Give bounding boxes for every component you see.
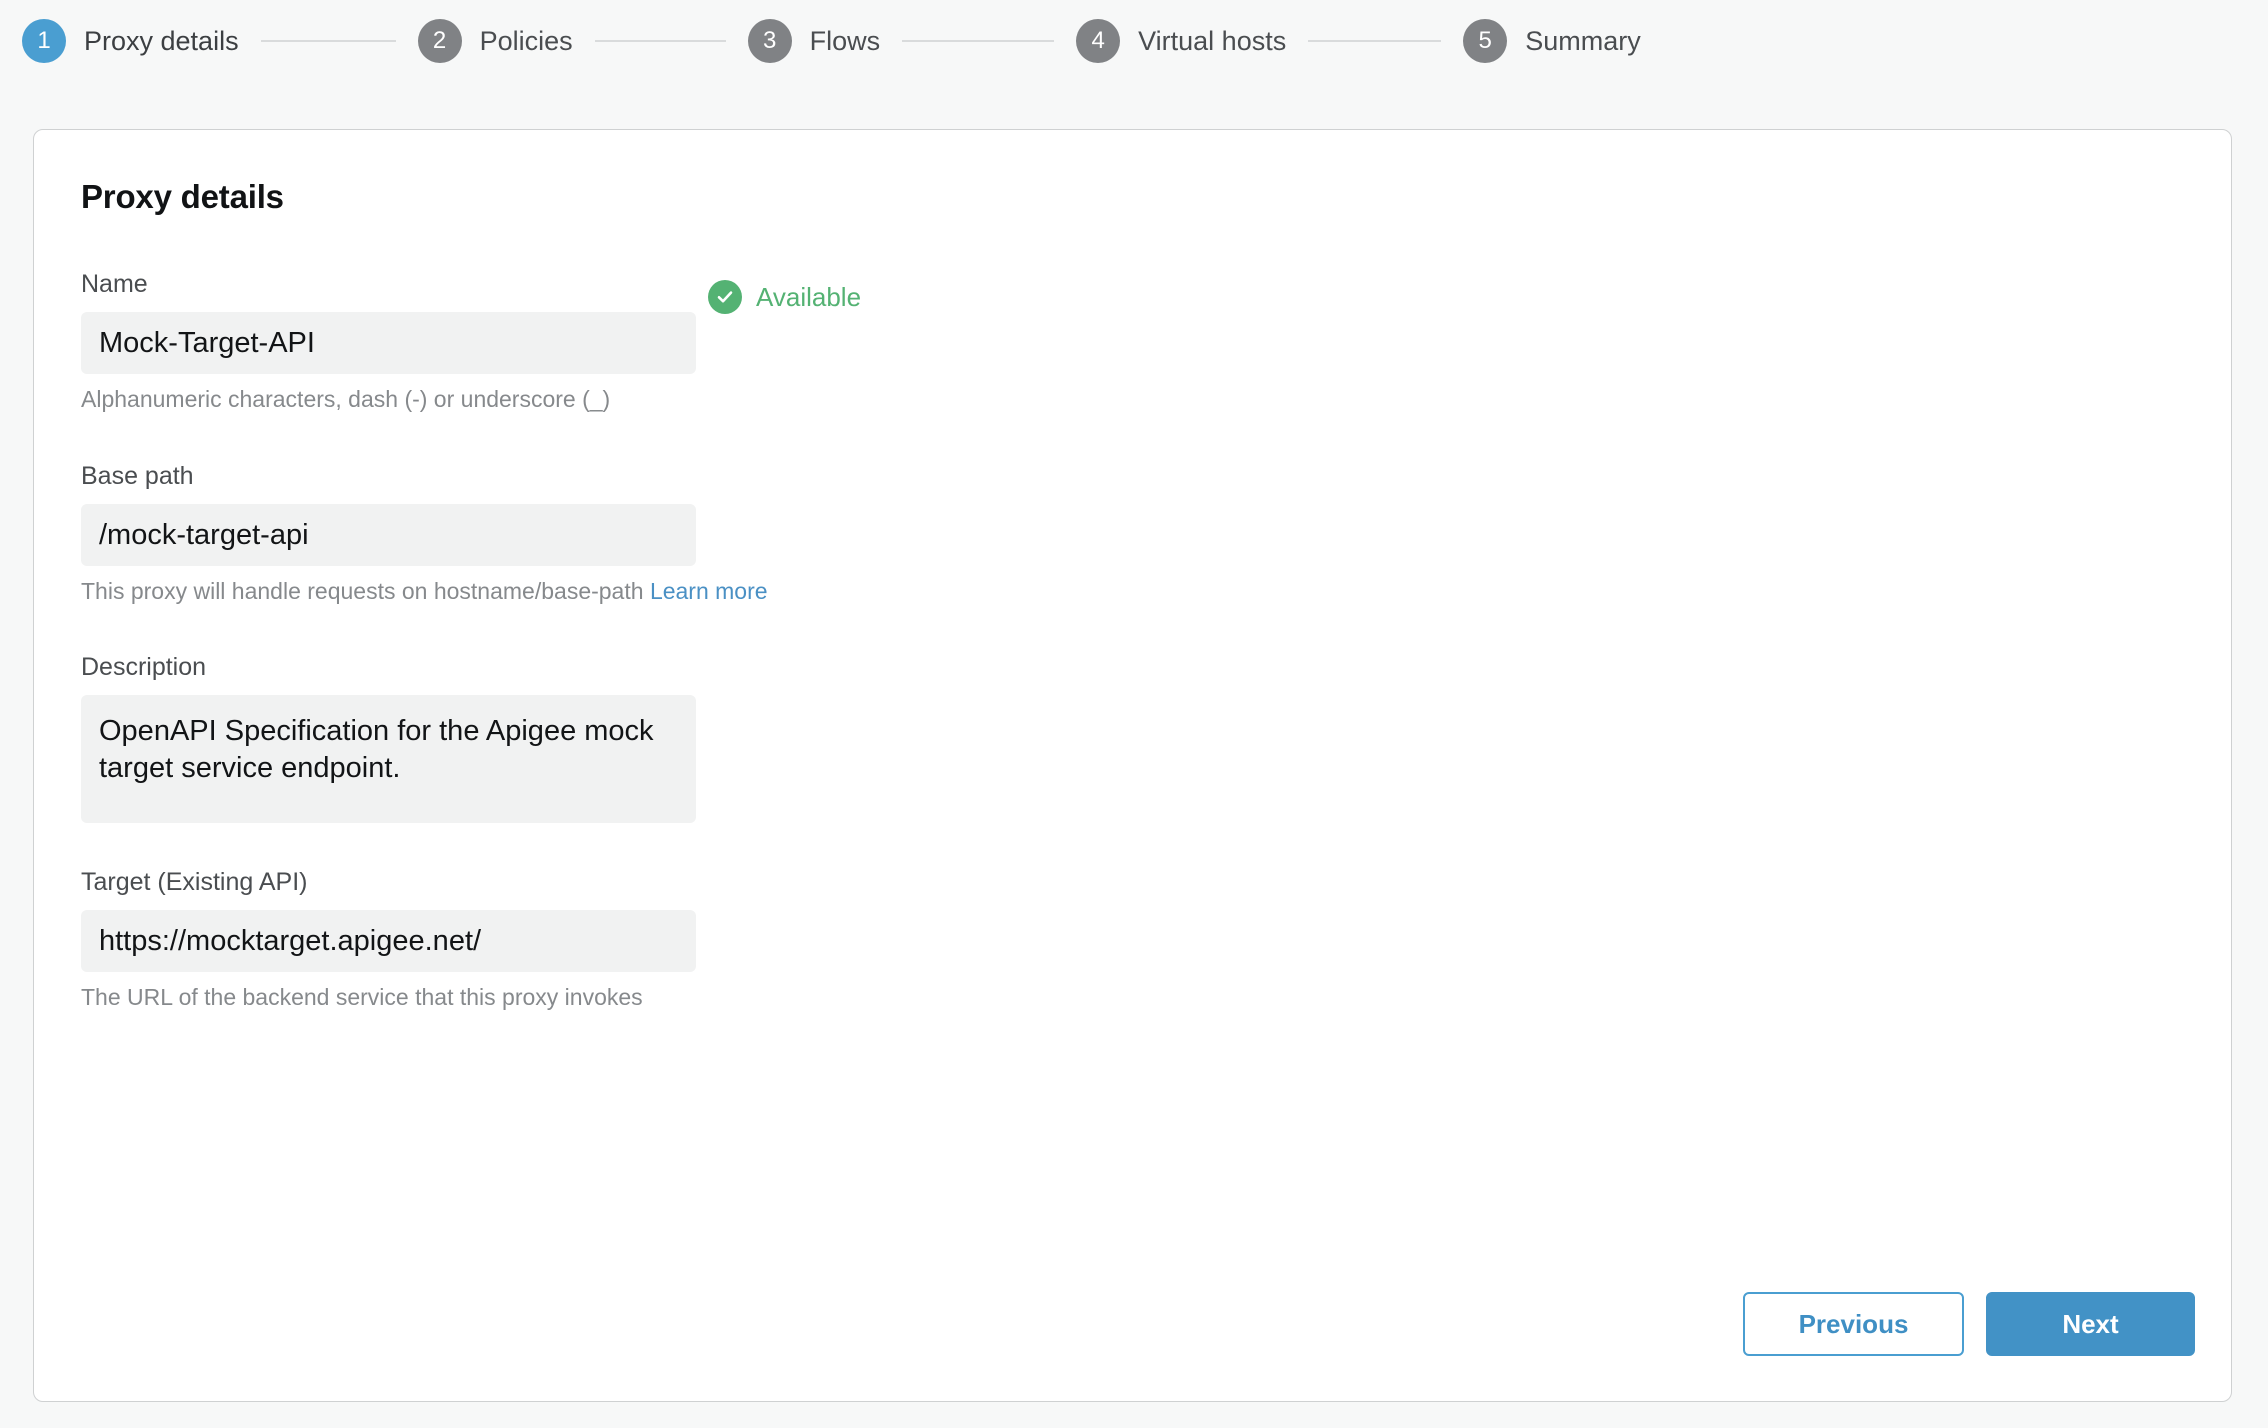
step-virtual-hosts[interactable]: 4 Virtual hosts bbox=[1076, 19, 1286, 63]
label-target: Target (Existing API) bbox=[81, 868, 308, 896]
hint-base-path: This proxy will handle requests on hostn… bbox=[81, 578, 2231, 605]
name-input[interactable]: Mock-Target-API bbox=[81, 312, 696, 374]
check-circle-icon bbox=[708, 280, 742, 314]
step-number-3: 3 bbox=[747, 19, 792, 63]
field-description: Description OpenAPI Specification for th… bbox=[81, 653, 2231, 823]
card-body: Proxy details Name Mock-Target-API Alpha… bbox=[34, 130, 2231, 1401]
hint-target: The URL of the backend service that this… bbox=[81, 984, 643, 1010]
label-name: Name bbox=[81, 270, 148, 298]
step-connector-4 bbox=[1308, 40, 1442, 42]
step-policies[interactable]: 2 Policies bbox=[417, 19, 573, 63]
step-label-flows: Flows bbox=[809, 25, 881, 56]
page-title: Proxy details bbox=[81, 178, 284, 215]
step-connector-1 bbox=[260, 40, 396, 42]
label-description: Description bbox=[81, 653, 207, 681]
description-textarea[interactable]: OpenAPI Specification for the Apigee moc… bbox=[81, 695, 696, 823]
step-number-4: 4 bbox=[1076, 19, 1121, 63]
step-connector-3 bbox=[902, 40, 1055, 42]
step-flows[interactable]: 3 Flows bbox=[747, 19, 881, 63]
step-number-1: 1 bbox=[22, 19, 66, 63]
card-footer: Previous Next bbox=[1743, 1292, 2195, 1356]
field-target: Target (Existing API) https://mocktarget… bbox=[81, 868, 2231, 1011]
name-availability-status: Available bbox=[708, 280, 861, 314]
field-name: Name Mock-Target-API Alphanumeric charac… bbox=[81, 270, 2231, 413]
hint-name: Alphanumeric characters, dash (-) or und… bbox=[81, 386, 611, 412]
hint-base-path-text: This proxy will handle requests on hostn… bbox=[81, 578, 644, 604]
step-summary[interactable]: 5 Summary bbox=[1463, 19, 1641, 63]
target-input[interactable]: https://mocktarget.apigee.net/ bbox=[81, 910, 696, 972]
step-number-5: 5 bbox=[1463, 19, 1508, 63]
wizard-stepper: 1 Proxy details 2 Policies 3 Flows 4 Vir… bbox=[0, 0, 2268, 82]
step-number-2: 2 bbox=[417, 19, 462, 63]
step-label-summary: Summary bbox=[1525, 25, 1641, 56]
previous-button[interactable]: Previous bbox=[1743, 1292, 1964, 1356]
step-label-policies: Policies bbox=[479, 25, 573, 56]
base-path-input[interactable]: /mock-target-api bbox=[81, 504, 696, 566]
learn-more-link[interactable]: Learn more bbox=[650, 578, 768, 604]
step-connector-2 bbox=[594, 40, 726, 42]
label-base-path: Base path bbox=[81, 462, 194, 490]
availability-label: Available bbox=[756, 281, 862, 312]
field-base-path: Base path /mock-target-api This proxy wi… bbox=[81, 462, 2231, 605]
step-label-virtual-hosts: Virtual hosts bbox=[1138, 25, 1287, 56]
step-proxy-details[interactable]: 1 Proxy details bbox=[22, 19, 239, 63]
next-button[interactable]: Next bbox=[1986, 1292, 2195, 1356]
step-label-proxy-details: Proxy details bbox=[84, 25, 239, 56]
proxy-details-card: Proxy details Name Mock-Target-API Alpha… bbox=[33, 129, 2232, 1402]
